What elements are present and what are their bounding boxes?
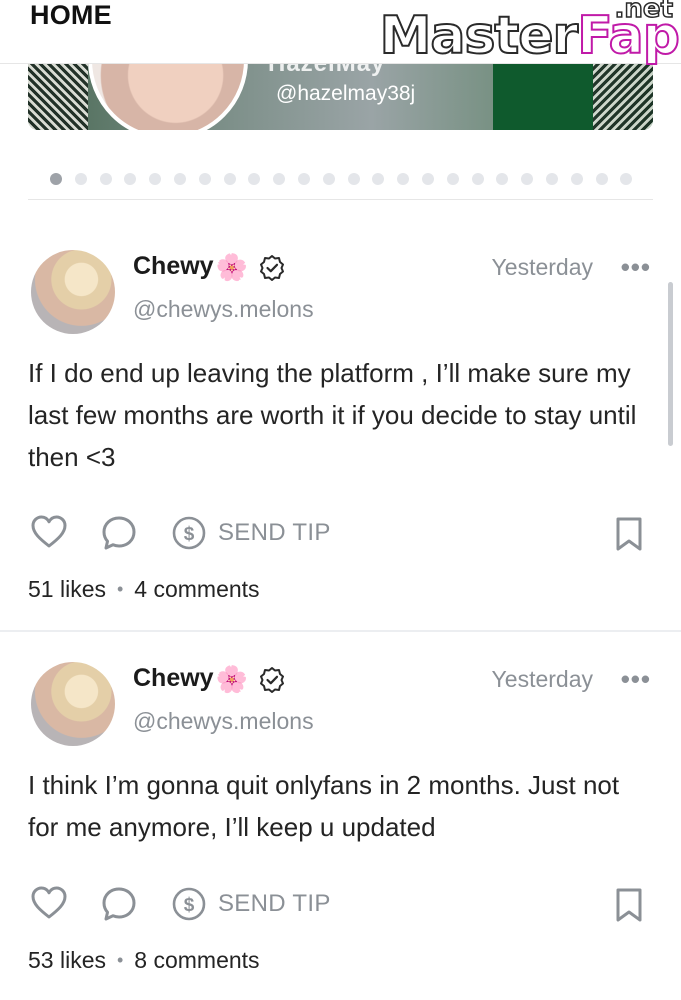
- pager-dot[interactable]: [570, 173, 583, 185]
- verified-badge-icon: [259, 254, 284, 281]
- likes-count[interactable]: 51 likes: [28, 576, 106, 603]
- comment-bubble-icon[interactable]: [100, 885, 138, 923]
- send-tip-label: SEND TIP: [218, 519, 331, 546]
- pager-dot[interactable]: [124, 173, 137, 185]
- stats-separator: •: [116, 950, 124, 970]
- pager-dot[interactable]: [50, 173, 62, 185]
- pager-dot[interactable]: [223, 173, 236, 185]
- carousel-pager[interactable]: [50, 173, 633, 185]
- comments-count[interactable]: 8 comments: [134, 947, 259, 974]
- pager-dot[interactable]: [496, 173, 509, 185]
- pager-dot[interactable]: [99, 173, 112, 185]
- heart-icon[interactable]: [30, 514, 68, 550]
- more-options-icon[interactable]: •••: [621, 252, 651, 283]
- stats-separator: •: [116, 579, 124, 599]
- pager-dot[interactable]: [198, 173, 211, 185]
- post-text: I think I’m gonna quit onlyfans in 2 mon…: [28, 770, 620, 842]
- heart-icon[interactable]: [30, 885, 68, 921]
- dollar-circle-icon: $: [172, 516, 206, 550]
- pager-dot[interactable]: [273, 173, 286, 185]
- avatar[interactable]: [31, 250, 115, 334]
- page-title: HOME: [30, 0, 112, 30]
- pager-dot[interactable]: [74, 173, 87, 185]
- verified-badge-icon: [259, 666, 284, 693]
- pager-dot[interactable]: [545, 173, 558, 185]
- scrollbar[interactable]: [668, 282, 673, 446]
- pager-dot[interactable]: [322, 173, 335, 185]
- top-bar: HOME Master Fap .net: [0, 0, 681, 67]
- pager-dot[interactable]: [397, 173, 410, 185]
- suggested-creator-handle[interactable]: @hazelmay38j: [276, 82, 415, 106]
- comment-bubble-icon[interactable]: [100, 514, 138, 552]
- pager-dot[interactable]: [421, 173, 434, 185]
- dollar-circle-icon: $: [172, 887, 206, 921]
- author-username[interactable]: @chewys.melons: [133, 296, 314, 323]
- bookmark-icon[interactable]: [613, 887, 645, 923]
- post-text: If I do end up leaving the platform , I’…: [28, 358, 637, 472]
- watermark-master-text: Master: [379, 5, 580, 67]
- post-actions: $ SEND TIP: [0, 885, 681, 925]
- pager-dot[interactable]: [372, 173, 385, 185]
- post-stats: 51 likes • 4 comments: [28, 576, 260, 603]
- post-timestamp: Yesterday: [491, 666, 593, 692]
- post-stats: 53 likes • 8 comments: [28, 947, 260, 974]
- pager-dot[interactable]: [471, 173, 484, 185]
- author-row: Chewy 🌸: [133, 252, 286, 281]
- more-options-icon[interactable]: •••: [621, 664, 651, 695]
- send-tip-button[interactable]: $ SEND TIP: [171, 886, 331, 922]
- author-row: Chewy 🌸: [133, 664, 286, 693]
- watermark-net-text: .net: [614, 0, 674, 25]
- send-tip-button[interactable]: $ SEND TIP: [171, 515, 331, 551]
- divider: [28, 199, 653, 200]
- pager-dot[interactable]: [521, 173, 534, 185]
- pager-dot[interactable]: [248, 173, 261, 185]
- post-timestamp: Yesterday: [491, 254, 593, 280]
- author-username[interactable]: @chewys.melons: [133, 708, 314, 735]
- pager-dot[interactable]: [173, 173, 186, 185]
- svg-text:$: $: [184, 524, 195, 545]
- bookmark-icon[interactable]: [613, 516, 645, 552]
- author-name[interactable]: Chewy: [133, 664, 214, 693]
- pager-dot[interactable]: [297, 173, 310, 185]
- send-tip-label: SEND TIP: [218, 890, 331, 917]
- post-actions: $ SEND TIP: [0, 514, 681, 554]
- pager-dot[interactable]: [620, 173, 633, 185]
- likes-count[interactable]: 53 likes: [28, 947, 106, 974]
- comments-count[interactable]: 4 comments: [134, 576, 259, 603]
- watermark-logo: Master Fap .net: [379, 0, 681, 67]
- avatar[interactable]: [31, 662, 115, 746]
- pager-dot[interactable]: [347, 173, 360, 185]
- pager-dot[interactable]: [149, 173, 162, 185]
- author-name[interactable]: Chewy: [133, 252, 214, 281]
- svg-text:$: $: [184, 895, 195, 916]
- post-divider: [0, 630, 681, 632]
- flower-emoji: 🌸: [215, 251, 248, 282]
- flower-emoji: 🌸: [215, 663, 248, 694]
- pager-dot[interactable]: [446, 173, 459, 185]
- pager-dot[interactable]: [595, 173, 608, 185]
